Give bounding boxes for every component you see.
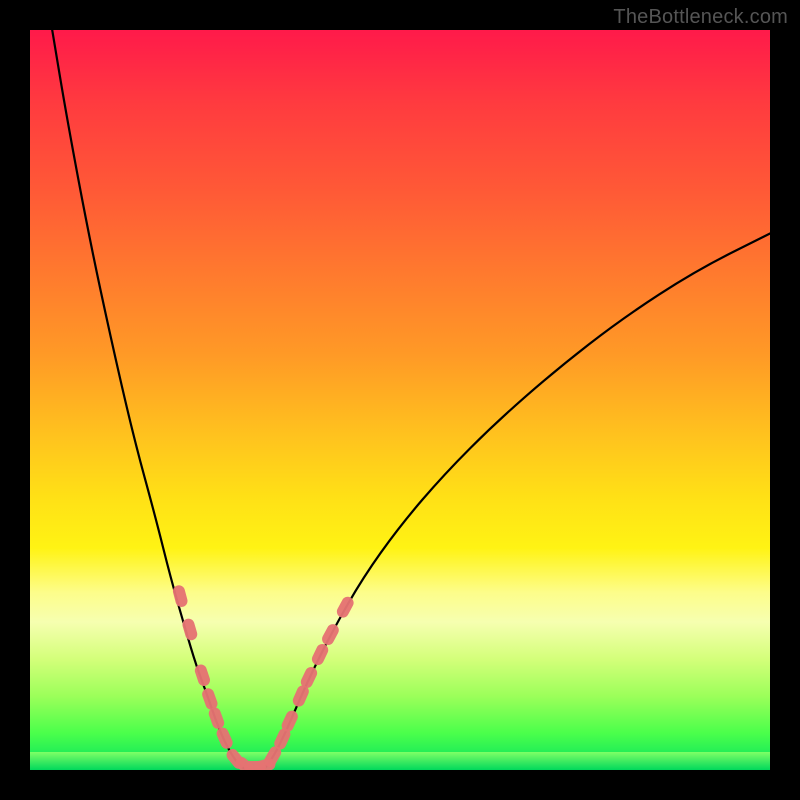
- curve-layer: [30, 30, 770, 770]
- plot-area: [30, 30, 770, 770]
- attribution-text: TheBottleneck.com: [613, 6, 788, 29]
- chart-frame: TheBottleneck.com: [0, 0, 800, 800]
- curve-markers: [172, 584, 356, 770]
- curve-marker: [215, 726, 235, 751]
- curve-marker: [320, 622, 341, 647]
- bottleneck-curve: [52, 30, 770, 769]
- curve-marker: [310, 642, 330, 667]
- curve-marker: [207, 706, 226, 731]
- curve-marker: [335, 595, 356, 620]
- curve-marker: [200, 687, 219, 712]
